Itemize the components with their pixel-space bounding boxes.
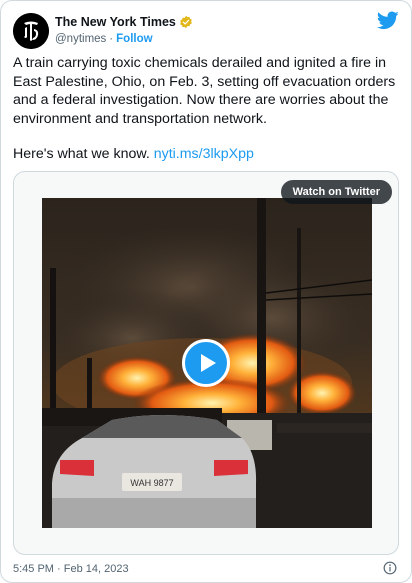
tweet-cta-text: Here's what we know. [13,146,150,162]
author-handle[interactable]: @nytimes [55,33,106,45]
license-plate-text: WAH 9877 [130,478,173,488]
twitter-bird-icon[interactable] [377,9,399,31]
separator-dot: · [109,33,114,45]
author-block: The New York Times @nytimes · Follow [55,13,193,47]
tweet-timestamp[interactable]: 5:45 PM · Feb 14, 2023 [13,563,129,575]
nyt-logo-icon [13,13,49,49]
avatar[interactable] [13,13,49,49]
tweet-text: A train carrying toxic chemicals deraile… [13,55,396,127]
play-button[interactable] [182,339,230,387]
tweet-link[interactable]: nyti.ms/3lkpXpp [154,146,254,162]
watch-on-twitter-button[interactable]: Watch on Twitter [280,180,392,204]
tweet-cta-line: Here's what we know. nyti.ms/3lkpXpp [13,145,399,164]
info-icon[interactable] [383,561,397,575]
play-icon [200,354,216,372]
verified-badge-icon [179,15,193,29]
follow-button[interactable]: Follow [116,33,152,45]
media-container: Watch on Twitter WAH 9877 [13,171,399,555]
author-display-name[interactable]: The New York Times [55,15,176,29]
tweet-card: The New York Times @nytimes · Follow A t… [0,0,412,583]
